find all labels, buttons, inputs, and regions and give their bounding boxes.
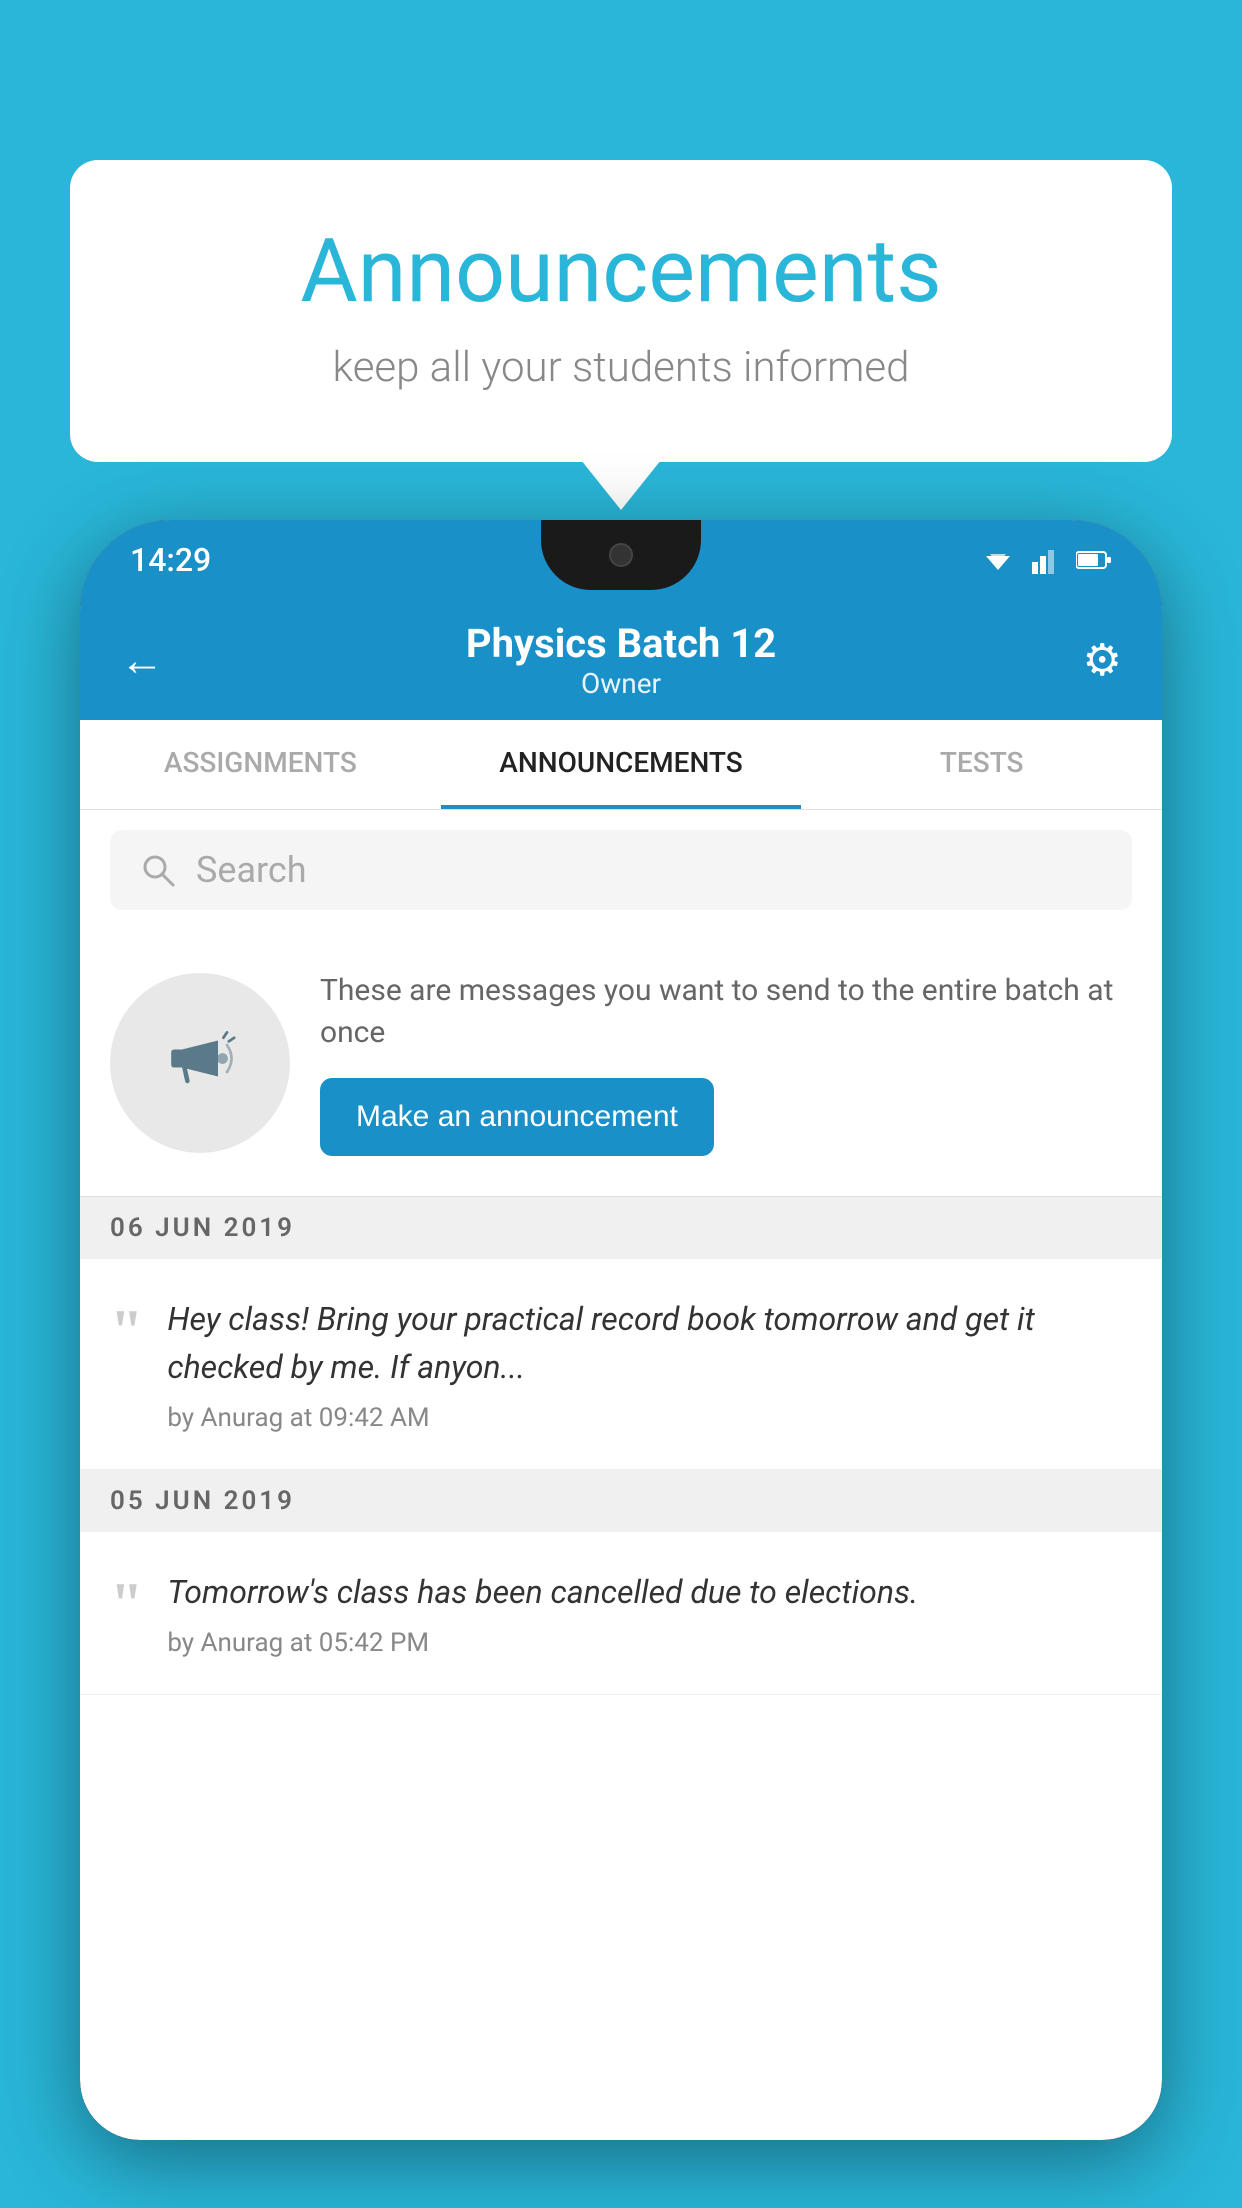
- tab-announcements[interactable]: ANNOUNCEMENTS: [441, 720, 802, 809]
- batch-title: Physics Batch 12: [180, 620, 1062, 667]
- search-bar-container: Search: [80, 810, 1162, 930]
- date-separator-1: 06 JUN 2019: [80, 1197, 1162, 1259]
- tab-assignments[interactable]: ASSIGNMENTS: [80, 720, 441, 809]
- announcement-item-2[interactable]: " Tomorrow's class has been cancelled du…: [80, 1532, 1162, 1695]
- announcements-subtitle: keep all your students informed: [150, 343, 1092, 392]
- settings-button[interactable]: ⚙: [1062, 634, 1122, 686]
- announcement-author-1: by Anurag at 09:42 AM: [167, 1403, 1132, 1433]
- announcement-content-2: Tomorrow's class has been cancelled due …: [167, 1568, 1132, 1658]
- search-input[interactable]: Search: [196, 849, 307, 891]
- signal-icon: [1032, 546, 1060, 574]
- phone-mockup: 14:29: [80, 520, 1162, 2208]
- announcement-text-2: Tomorrow's class has been cancelled due …: [167, 1568, 1132, 1616]
- announcement-content-1: Hey class! Bring your practical record b…: [167, 1295, 1132, 1433]
- promo-right: These are messages you want to send to t…: [320, 970, 1132, 1156]
- header-title-area: Physics Batch 12 Owner: [180, 620, 1062, 700]
- announcement-promo: These are messages you want to send to t…: [80, 930, 1162, 1197]
- status-time: 14:29: [130, 541, 211, 579]
- app-header: ← Physics Batch 12 Owner ⚙: [80, 600, 1162, 720]
- search-bar[interactable]: Search: [110, 830, 1132, 910]
- phone-frame: 14:29: [80, 520, 1162, 2140]
- phone-notch: [541, 520, 701, 590]
- quote-icon-1: ": [110, 1301, 143, 1361]
- tab-bar: ASSIGNMENTS ANNOUNCEMENTS TESTS: [80, 720, 1162, 810]
- announcement-text-1: Hey class! Bring your practical record b…: [167, 1295, 1132, 1391]
- batch-role: Owner: [180, 667, 1062, 700]
- speech-bubble-section: Announcements keep all your students inf…: [70, 160, 1172, 462]
- promo-icon-circle: [110, 973, 290, 1153]
- search-icon: [140, 852, 176, 888]
- date-separator-2: 05 JUN 2019: [80, 1470, 1162, 1532]
- announcement-item-1[interactable]: " Hey class! Bring your practical record…: [80, 1259, 1162, 1470]
- back-button[interactable]: ←: [120, 634, 180, 686]
- wifi-icon: [980, 546, 1016, 574]
- announcements-title: Announcements: [150, 220, 1092, 323]
- status-icons: [980, 546, 1112, 574]
- speech-bubble: Announcements keep all your students inf…: [70, 160, 1172, 462]
- announcement-author-2: by Anurag at 05:42 PM: [167, 1628, 1132, 1658]
- promo-description: These are messages you want to send to t…: [320, 970, 1132, 1054]
- tab-tests[interactable]: TESTS: [801, 720, 1162, 809]
- phone-screen: 14:29: [80, 520, 1162, 2140]
- battery-icon: [1076, 549, 1112, 571]
- megaphone-icon: [155, 1018, 245, 1108]
- quote-icon-2: ": [110, 1574, 143, 1634]
- make-announcement-button[interactable]: Make an announcement: [320, 1078, 714, 1156]
- camera-dot: [609, 543, 633, 567]
